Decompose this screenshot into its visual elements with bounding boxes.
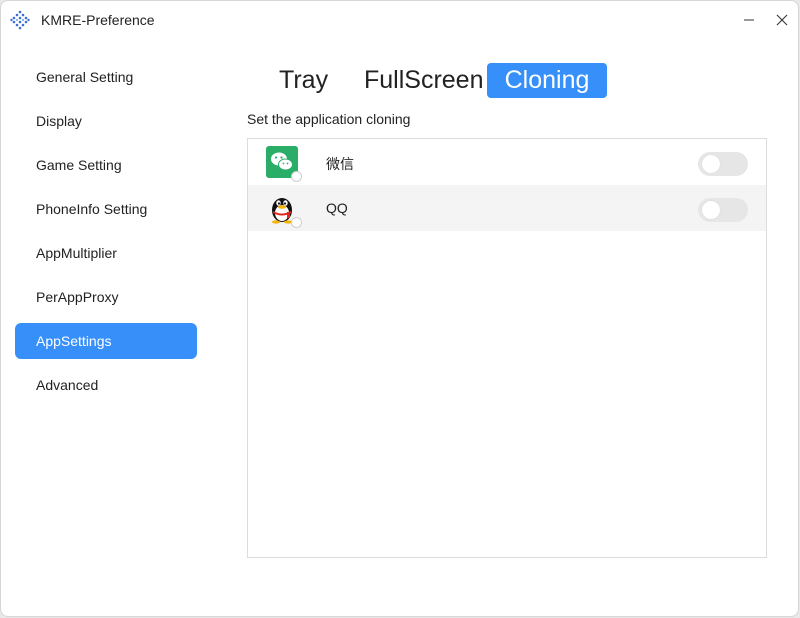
sidebar-item-display[interactable]: Display <box>15 103 197 139</box>
qq-penguin-icon <box>266 192 302 228</box>
toggle-knob <box>702 155 720 173</box>
sidebar-item-perappproxy[interactable]: PerAppProxy <box>15 279 197 315</box>
preference-window: KMRE-Preference General Setting Display … <box>0 0 799 617</box>
close-button[interactable] <box>771 9 793 31</box>
wechat-clone-toggle[interactable] <box>698 152 748 176</box>
title-bar: KMRE-Preference <box>1 1 798 39</box>
clone-badge-icon <box>291 171 302 182</box>
clone-badge-icon <box>291 217 302 228</box>
list-item: QQ <box>248 185 766 231</box>
toggle-knob <box>702 201 720 219</box>
window-title: KMRE-Preference <box>41 12 155 28</box>
sidebar-item-game-setting[interactable]: Game Setting <box>15 147 197 183</box>
sidebar-item-advanced[interactable]: Advanced <box>15 367 197 403</box>
minimize-icon <box>744 19 754 21</box>
list-item: 微信 <box>248 139 766 185</box>
wechat-icon <box>266 146 302 182</box>
qq-clone-toggle[interactable] <box>698 198 748 222</box>
close-icon <box>776 14 788 26</box>
minimize-button[interactable] <box>738 9 760 31</box>
settings-sidebar: General Setting Display Game Setting Pho… <box>15 59 197 411</box>
sidebar-item-phoneinfo-setting[interactable]: PhoneInfo Setting <box>15 191 197 227</box>
tab-cloning[interactable]: Cloning <box>487 63 607 98</box>
cloning-section-label: Set the application cloning <box>247 111 411 127</box>
app-name: 微信 <box>326 156 354 172</box>
sidebar-item-general-setting[interactable]: General Setting <box>15 59 197 95</box>
app-name: QQ <box>326 200 348 216</box>
sidebar-item-appmultiplier[interactable]: AppMultiplier <box>15 235 197 271</box>
tab-fullscreen[interactable]: FullScreen <box>364 63 484 98</box>
cloning-app-list: 微信 QQ <box>247 138 767 558</box>
tab-tray[interactable]: Tray <box>279 63 328 98</box>
grid-diamond-icon <box>10 10 30 30</box>
sidebar-item-appsettings[interactable]: AppSettings <box>15 323 197 359</box>
